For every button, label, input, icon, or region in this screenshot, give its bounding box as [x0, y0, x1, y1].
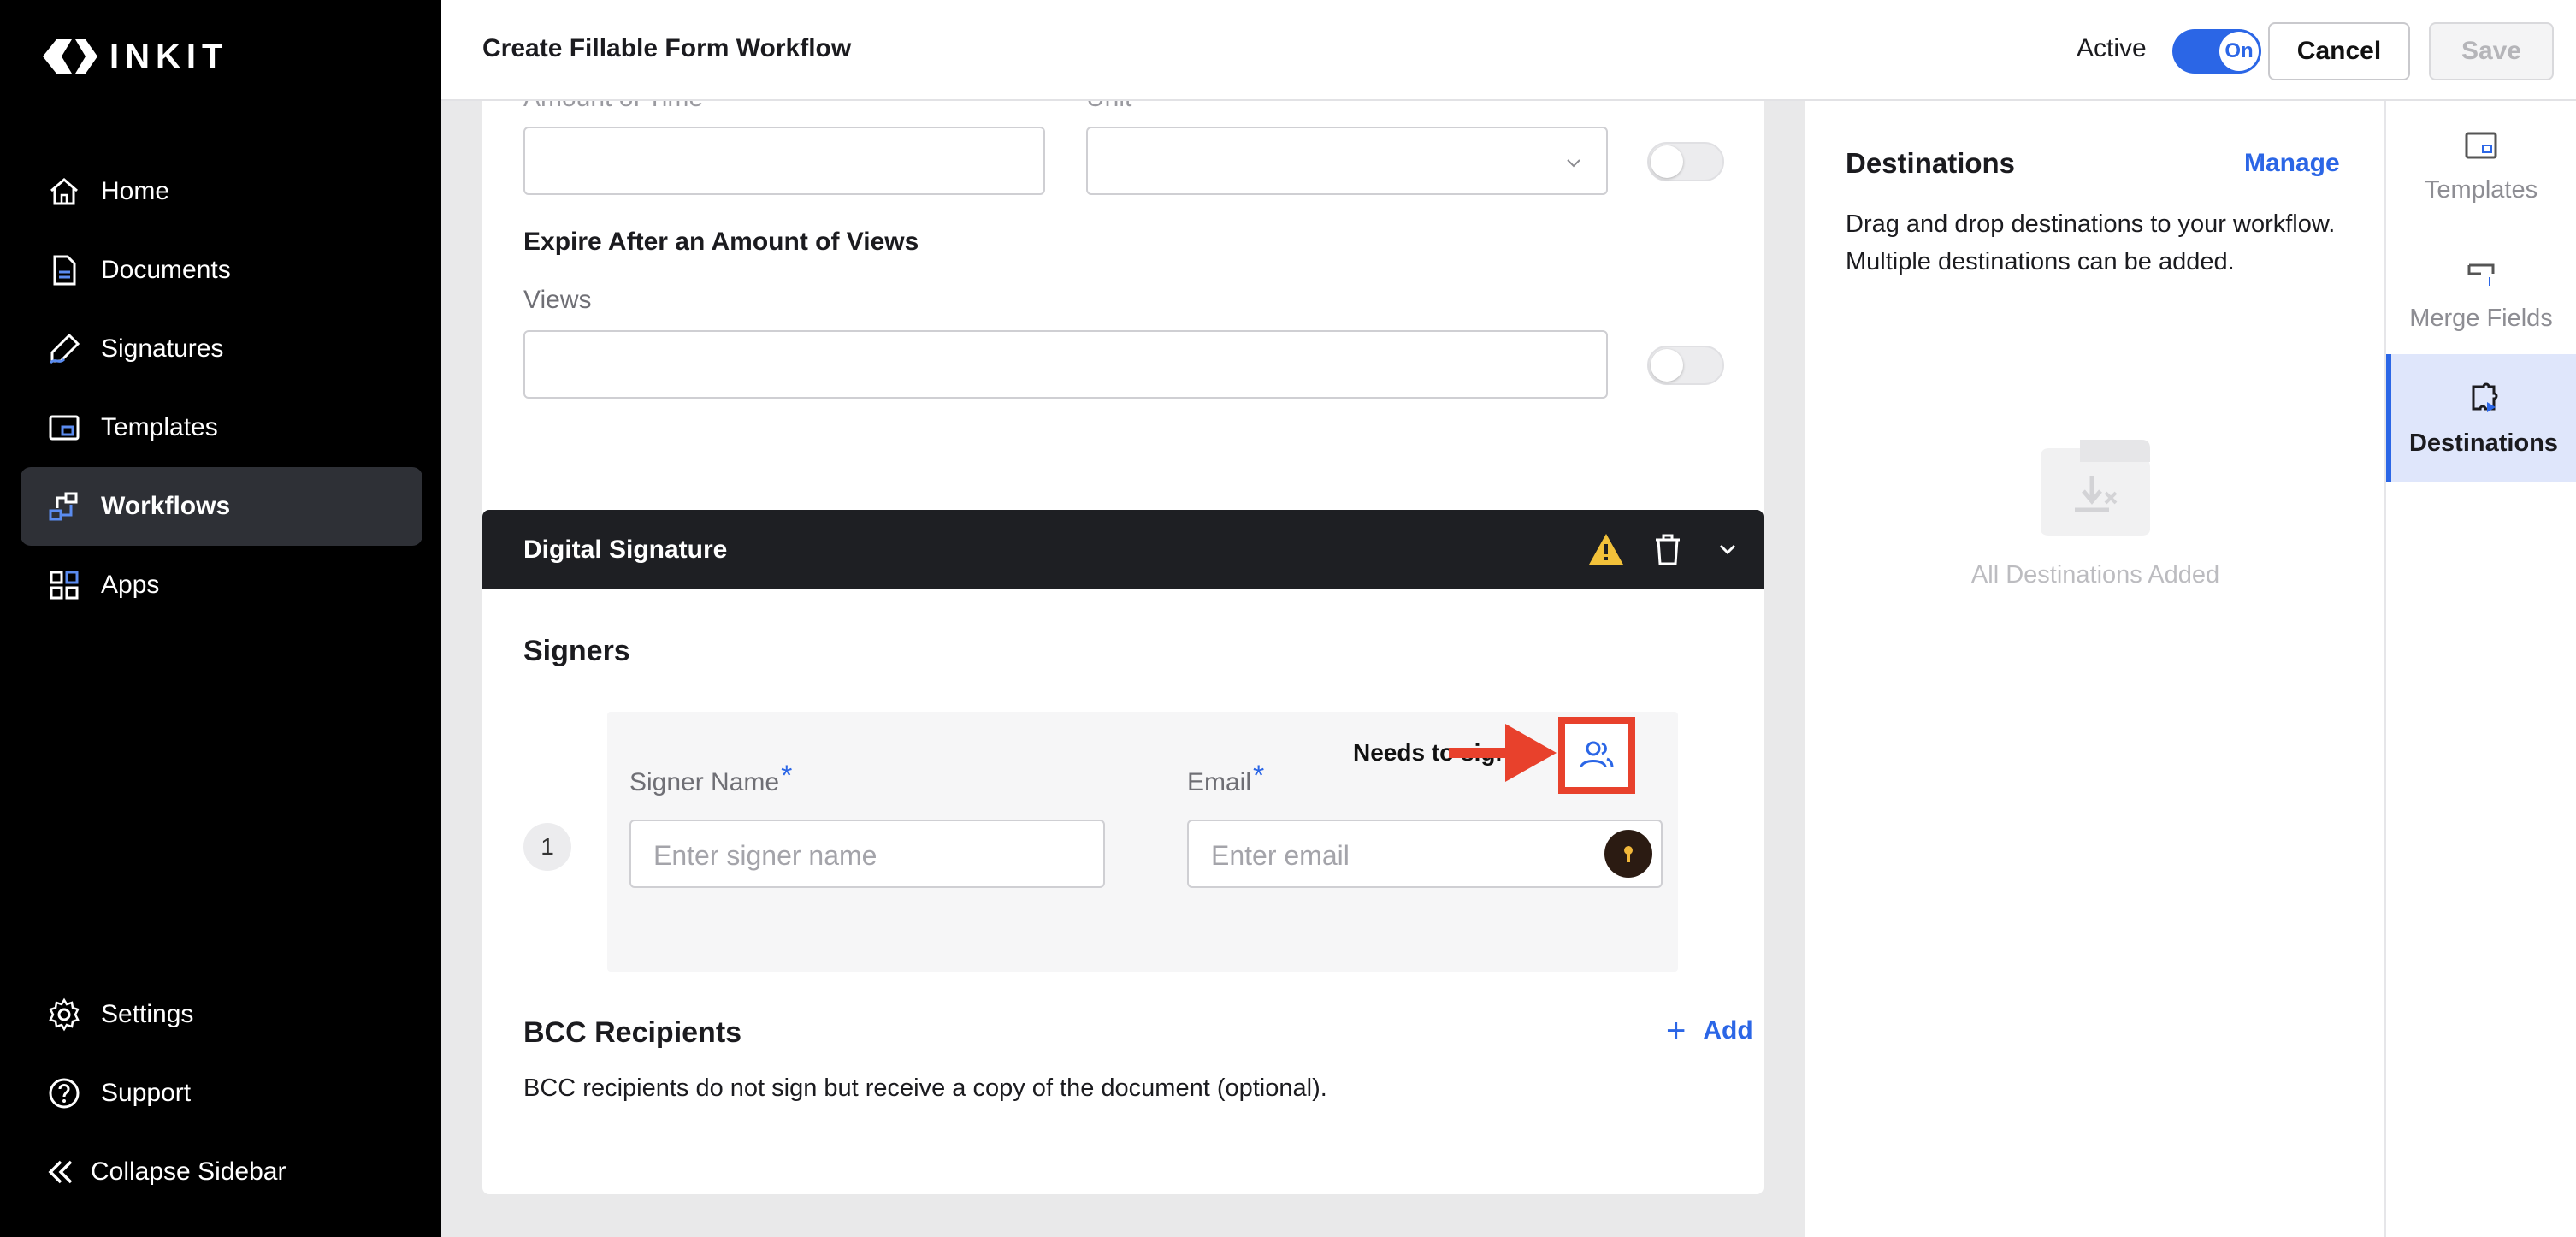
email-input[interactable]: Enter email [1187, 820, 1663, 888]
inkit-logo-icon [43, 39, 97, 74]
signer-name-placeholder: Enter signer name [653, 840, 877, 871]
sidebar: INKIT Home Documents Signatures Template… [0, 0, 441, 1237]
annotation-arrow-icon [1449, 724, 1557, 782]
page-title: Create Fillable Form Workflow [482, 34, 852, 62]
sidebar-bottom-nav: Settings Support Collapse Sidebar [21, 975, 422, 1211]
signer-name-label: Signer Name* [629, 760, 792, 798]
password-manager-key-icon[interactable] [1604, 830, 1652, 878]
active-label: Active [2077, 34, 2147, 62]
cancel-button[interactable]: Cancel [2268, 22, 2410, 80]
nav-label: Apps [101, 571, 160, 599]
nav-item-signatures[interactable]: Signatures [21, 310, 422, 388]
nav-label: Signatures [101, 334, 224, 363]
nav-label: Support [101, 1079, 192, 1107]
chevron-down-icon[interactable] [1707, 529, 1748, 570]
required-asterisk: * [1253, 760, 1265, 792]
collapse-sidebar-button[interactable]: Collapse Sidebar [21, 1133, 422, 1211]
digital-signature-body: Signers 1 Needs to sign Signer Name* Ent… [482, 589, 1764, 1194]
switch-knob [1651, 349, 1683, 382]
collapse-sidebar-label: Collapse Sidebar [91, 1157, 287, 1186]
nav-label: Documents [101, 256, 231, 284]
document-icon [46, 252, 82, 288]
views-input[interactable] [523, 330, 1608, 399]
tab-templates[interactable]: Templates [2386, 101, 2576, 229]
nav-label: Templates [101, 413, 218, 441]
contacts-icon [1580, 741, 1614, 768]
nav-item-apps[interactable]: Apps [21, 546, 422, 624]
tab-label: Merge Fields [2409, 304, 2553, 332]
required-asterisk: * [781, 760, 793, 792]
expire-views-heading: Expire After an Amount of Views [523, 228, 919, 256]
tab-label: Templates [2424, 175, 2538, 204]
amount-of-time-input[interactable] [523, 127, 1045, 195]
manage-destinations-link[interactable]: Manage [2244, 149, 2340, 178]
nav-label: Workflows [101, 492, 231, 520]
signer-contacts-button[interactable] [1558, 717, 1635, 794]
template-icon [2462, 127, 2500, 164]
warning-icon[interactable] [1586, 529, 1627, 570]
nav-item-documents[interactable]: Documents [21, 231, 422, 310]
home-icon [46, 174, 82, 210]
email-label-text: Email [1187, 768, 1252, 796]
signer-name-label-text: Signer Name [629, 768, 780, 796]
nav-item-home[interactable]: Home [21, 152, 422, 231]
email-placeholder: Enter email [1211, 840, 1350, 871]
bcc-recipients-heading: BCC Recipients [523, 1016, 742, 1049]
unit-label: Unit [1086, 101, 1131, 113]
nav-item-templates[interactable]: Templates [21, 388, 422, 467]
help-circle-icon [46, 1075, 82, 1111]
main-nav: Home Documents Signatures Templates Work… [21, 152, 422, 624]
expire-views-switch[interactable] [1647, 346, 1724, 385]
unit-select[interactable] [1086, 127, 1608, 195]
digital-signature-header[interactable]: Digital Signature [482, 510, 1764, 589]
top-header: Create Fillable Form Workflow Active On … [441, 0, 2576, 101]
nav-item-settings[interactable]: Settings [21, 975, 422, 1054]
active-toggle[interactable]: On [2172, 29, 2261, 74]
double-chevron-left-icon [43, 1154, 79, 1190]
tab-label: Destinations [2408, 429, 2559, 457]
digital-signature-title: Digital Signature [523, 536, 728, 564]
views-label: Views [523, 286, 592, 314]
nav-label: Home [101, 177, 170, 205]
nav-item-support[interactable]: Support [21, 1054, 422, 1133]
workflow-icon [46, 488, 82, 524]
plus-icon: + [1666, 1012, 1687, 1050]
chevron-down-icon [1567, 159, 1580, 168]
signature-pen-icon [46, 331, 82, 367]
merge-field-icon [2462, 255, 2500, 293]
empty-folder-icon [2041, 440, 2150, 536]
add-bcc-button[interactable]: + Add [1666, 1012, 1753, 1050]
toggle-state-text: On [2219, 32, 2259, 71]
signer-order-badge: 1 [523, 823, 571, 871]
amount-of-time-label: Amount of Time [523, 101, 703, 113]
destination-icon [2465, 380, 2502, 417]
tab-merge-fields[interactable]: Merge Fields [2386, 229, 2576, 358]
switch-knob [1651, 145, 1683, 178]
brand-name: INKIT [109, 37, 229, 75]
gear-icon [46, 997, 82, 1033]
bcc-description: BCC recipients do not sign but receive a… [523, 1074, 1327, 1102]
tab-destinations[interactable]: Destinations [2386, 354, 2576, 482]
apps-grid-icon [46, 567, 82, 603]
destinations-title: Destinations [1846, 147, 2016, 179]
delete-icon[interactable] [1647, 529, 1688, 570]
signer-name-input[interactable]: Enter signer name [629, 820, 1105, 888]
workflow-canvas: Amount of Time Unit Expire After an Amou… [441, 101, 1805, 1237]
save-button[interactable]: Save [2429, 22, 2554, 80]
signers-heading: Signers [523, 635, 630, 667]
destinations-description: Drag and drop destinations to your workf… [1846, 210, 2336, 275]
nav-label: Settings [101, 1000, 194, 1028]
inkit-logo[interactable]: INKIT [39, 34, 228, 79]
side-tab-rail: Templates Merge Fields Destinations [2386, 101, 2576, 1237]
email-label: Email* [1187, 760, 1264, 798]
nav-item-workflows[interactable]: Workflows [21, 467, 422, 546]
add-label: Add [1703, 1016, 1753, 1045]
empty-destinations-text: All Destinations Added [1970, 561, 2220, 589]
template-icon [46, 410, 82, 446]
expiration-settings-card: Amount of Time Unit Expire After an Amou… [482, 101, 1764, 570]
expire-time-switch[interactable] [1647, 142, 1724, 181]
destinations-panel: Destinations Manage Drag and drop destin… [1805, 101, 2386, 1237]
